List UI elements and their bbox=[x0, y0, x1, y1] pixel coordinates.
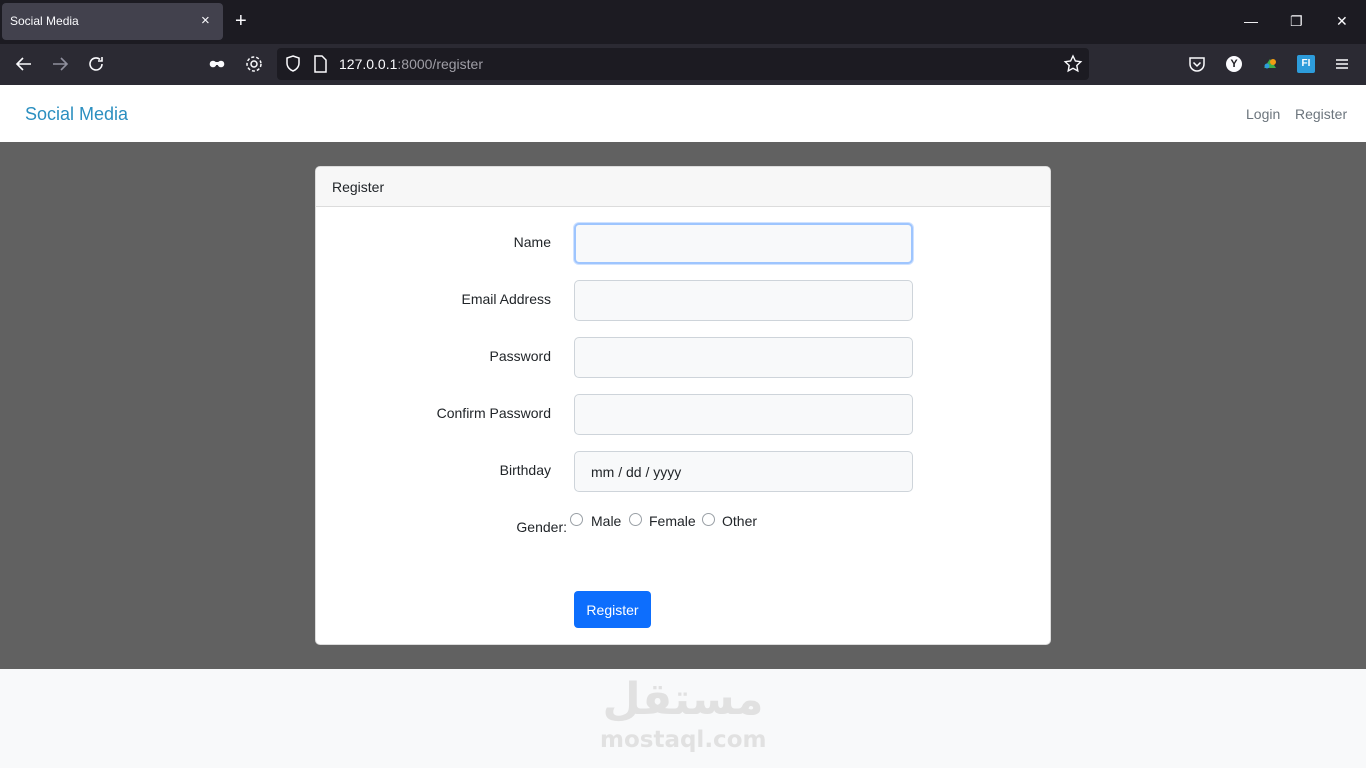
gender-label: Gender: bbox=[516, 519, 567, 535]
brand-link[interactable]: Social Media bbox=[25, 104, 128, 125]
birthday-label: Birthday bbox=[499, 462, 551, 478]
gender-female-radio[interactable] bbox=[629, 513, 642, 526]
extension-y-icon[interactable]: Y bbox=[1223, 53, 1245, 75]
back-icon[interactable] bbox=[13, 53, 35, 75]
name-input[interactable] bbox=[574, 223, 913, 264]
card-header: Register bbox=[316, 167, 1050, 207]
watermark-latin: mostaql.com bbox=[600, 727, 767, 753]
page-icon bbox=[309, 53, 331, 75]
private-mask-icon[interactable] bbox=[206, 53, 228, 75]
settings-gear-icon[interactable] bbox=[243, 53, 265, 75]
url-text[interactable]: 127.0.0.1:8000/register bbox=[339, 56, 483, 72]
name-label: Name bbox=[513, 234, 551, 250]
pocket-icon[interactable] bbox=[1186, 53, 1208, 75]
confirm-password-input[interactable] bbox=[574, 394, 913, 435]
register-button[interactable]: Register bbox=[574, 591, 651, 628]
new-tab-icon[interactable]: + bbox=[235, 10, 247, 32]
email-input[interactable] bbox=[574, 280, 913, 321]
minimize-icon[interactable]: — bbox=[1244, 12, 1258, 30]
reload-icon[interactable] bbox=[85, 53, 107, 75]
address-bar[interactable]: 127.0.0.1:8000/register bbox=[277, 48, 1089, 80]
register-card: Register Name Email Address Password Con… bbox=[315, 166, 1051, 645]
tab-close-icon[interactable]: × bbox=[201, 12, 210, 30]
email-label: Email Address bbox=[461, 291, 551, 307]
hamburger-menu-icon[interactable] bbox=[1331, 53, 1353, 75]
bookmark-star-icon[interactable] bbox=[1062, 53, 1084, 75]
window-close-icon[interactable]: ✕ bbox=[1336, 12, 1348, 30]
extension-fi-icon[interactable]: FI bbox=[1295, 53, 1317, 75]
watermark-arabic: مستقل bbox=[602, 674, 764, 725]
browser-tab-bar: Social Media × + — ❐ ✕ bbox=[0, 0, 1366, 44]
birthday-placeholder: mm / dd / yyyy bbox=[591, 464, 682, 480]
restore-icon[interactable]: ❐ bbox=[1290, 12, 1303, 30]
site-navbar: Social Media Login Register bbox=[0, 85, 1366, 142]
browser-toolbar: 127.0.0.1:8000/register Y FI bbox=[0, 44, 1366, 85]
shield-icon[interactable] bbox=[282, 53, 304, 75]
forward-icon[interactable] bbox=[49, 53, 71, 75]
confirm-password-label: Confirm Password bbox=[436, 405, 551, 421]
password-label: Password bbox=[489, 348, 551, 364]
nav-register-link[interactable]: Register bbox=[1295, 106, 1347, 122]
tab-title: Social Media bbox=[10, 14, 79, 28]
gender-other-radio[interactable] bbox=[702, 513, 715, 526]
gender-other-label[interactable]: Other bbox=[722, 513, 757, 529]
gender-male-label[interactable]: Male bbox=[591, 513, 621, 529]
birthday-input[interactable]: mm / dd / yyyy bbox=[574, 451, 913, 492]
extension-color-icon[interactable] bbox=[1259, 53, 1281, 75]
gender-male-radio[interactable] bbox=[570, 513, 583, 526]
card-title: Register bbox=[332, 179, 385, 195]
nav-login-link[interactable]: Login bbox=[1246, 106, 1280, 122]
password-input[interactable] bbox=[574, 337, 913, 378]
browser-tab[interactable]: Social Media × bbox=[2, 3, 223, 40]
gender-female-label[interactable]: Female bbox=[649, 513, 696, 529]
